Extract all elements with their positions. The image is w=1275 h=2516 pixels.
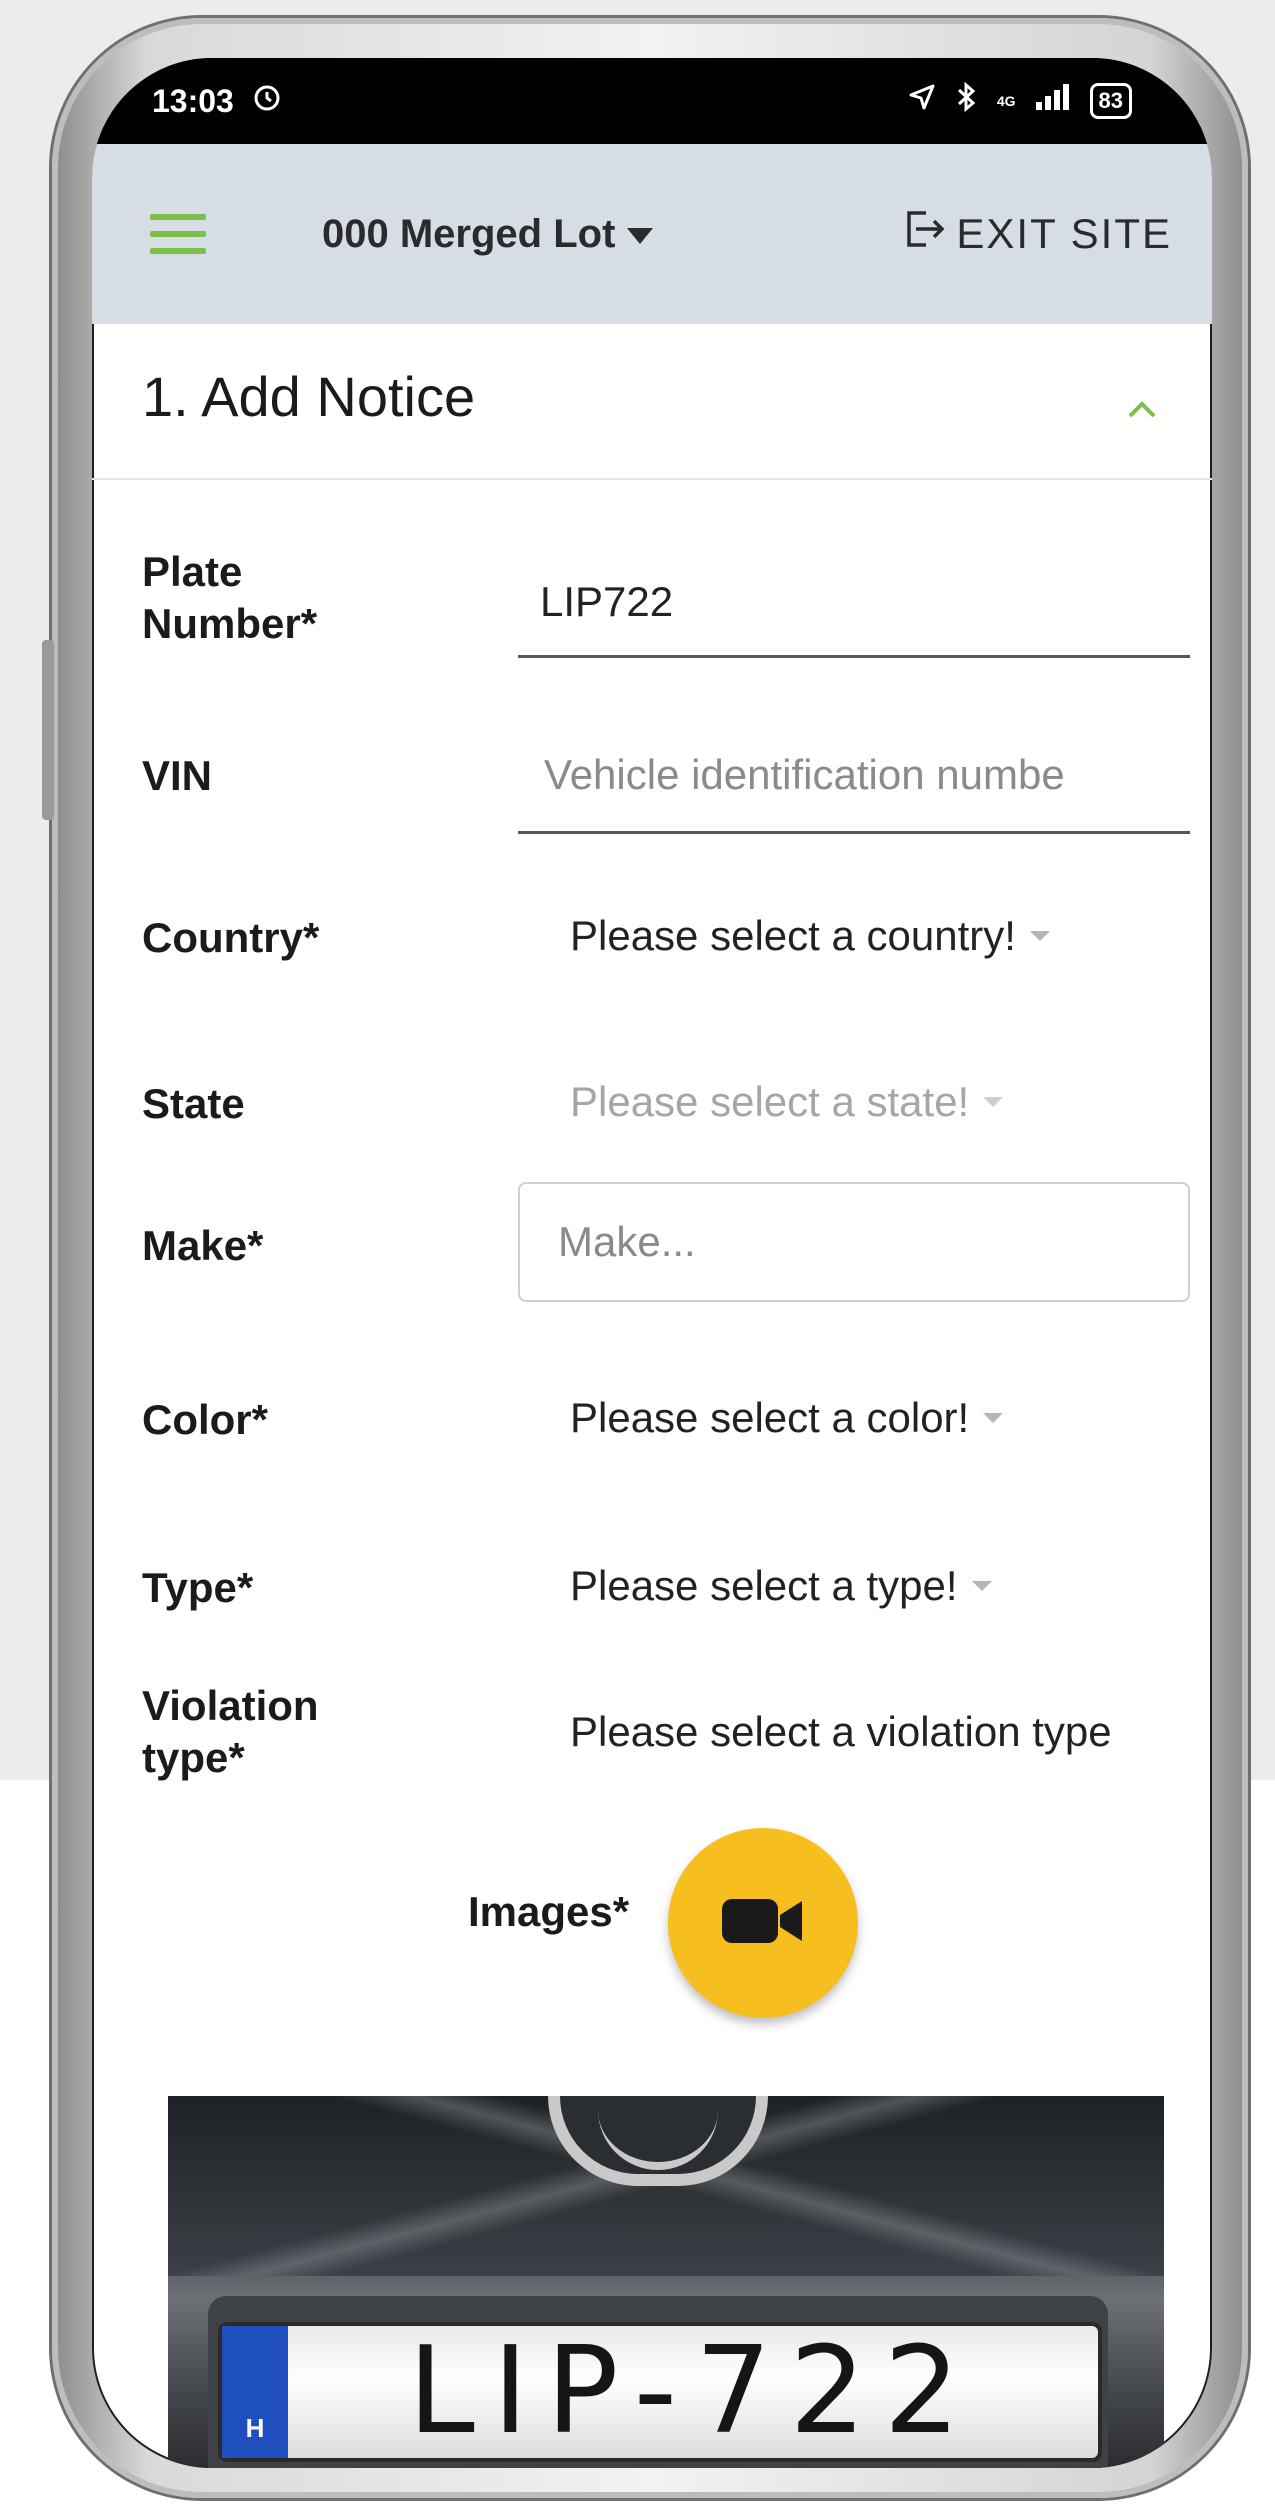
country-label: Country* bbox=[142, 914, 320, 961]
plate-number-label: Plate Number* bbox=[142, 546, 317, 650]
lot-name: 000 Merged Lot bbox=[322, 211, 616, 256]
type-row: Type* Please select a type! bbox=[92, 1538, 1212, 1638]
type-select-value: Please select a type! bbox=[570, 1562, 958, 1609]
app-bar: 000 Merged Lot EXIT SITE bbox=[92, 144, 1212, 324]
status-right: 4G 83 bbox=[907, 81, 1132, 121]
battery-level: 83 bbox=[1098, 88, 1123, 113]
violation-type-select-value: Please select a violation type bbox=[570, 1708, 1112, 1755]
caret-down-icon bbox=[983, 1413, 1004, 1423]
color-row: Color* Please select a color! bbox=[92, 1368, 1212, 1468]
bluetooth-icon bbox=[955, 81, 979, 121]
signal-icon bbox=[1034, 82, 1072, 120]
plate-number-input[interactable] bbox=[518, 548, 1190, 658]
caret-down-icon bbox=[1029, 931, 1050, 941]
vin-input[interactable] bbox=[518, 718, 1190, 834]
vin-label: VIN bbox=[142, 752, 213, 799]
type-label: Type* bbox=[142, 1564, 254, 1611]
make-label: Make* bbox=[142, 1222, 264, 1269]
video-camera-icon bbox=[718, 1893, 808, 1954]
exit-icon bbox=[904, 209, 948, 259]
violation-type-label: Violation type* bbox=[142, 1680, 319, 1784]
caret-down-icon bbox=[971, 1581, 992, 1591]
alarm-clock-icon bbox=[252, 82, 282, 120]
hamburger-icon[interactable] bbox=[150, 214, 206, 254]
exit-site-button[interactable]: EXIT SITE bbox=[904, 194, 1172, 274]
chevron-up-icon[interactable] bbox=[1124, 392, 1160, 428]
make-input[interactable] bbox=[518, 1182, 1190, 1302]
add-notice-section-header[interactable]: 1. Add Notice bbox=[92, 324, 1212, 480]
country-select[interactable]: Please select a country! bbox=[570, 912, 1050, 960]
caret-down-icon bbox=[625, 212, 655, 257]
network-type: 4G bbox=[996, 93, 1016, 109]
vehicle-photo[interactable]: H LIP-722 bbox=[168, 2096, 1164, 2468]
country-row: Country* Please select a country! bbox=[92, 888, 1212, 988]
plate-number-label-line2: Number* bbox=[142, 600, 318, 647]
plate-number-row: Plate Number* bbox=[92, 528, 1212, 668]
video-camera-button[interactable] bbox=[668, 1828, 858, 2018]
type-select[interactable]: Please select a type! bbox=[570, 1562, 992, 1610]
status-left: 13:03 bbox=[152, 82, 282, 120]
make-row: Make* bbox=[92, 1178, 1212, 1318]
color-select[interactable]: Please select a color! bbox=[570, 1394, 1004, 1442]
status-bar: 13:03 4G 83 bbox=[92, 58, 1212, 144]
violation-type-label-line1: Violation bbox=[142, 1682, 319, 1729]
vin-row: VIN bbox=[92, 708, 1212, 838]
license-plate: H LIP-722 bbox=[218, 2322, 1102, 2462]
country-select-value: Please select a country! bbox=[570, 912, 1016, 959]
violation-type-row: Violation type* Please select a violatio… bbox=[92, 1668, 1212, 1808]
plate-country-code: H bbox=[245, 2413, 265, 2443]
color-select-value: Please select a color! bbox=[570, 1394, 970, 1441]
phone-side-button bbox=[42, 640, 54, 820]
images-label: Images* bbox=[468, 1888, 630, 1935]
state-select[interactable]: Please select a state! bbox=[570, 1078, 1004, 1126]
lot-selector[interactable]: 000 Merged Lot bbox=[322, 194, 655, 274]
phone-screen: 13:03 4G 83 000 Merged Lot EXIT SITE 1. … bbox=[92, 58, 1212, 2468]
status-time: 13:03 bbox=[152, 82, 234, 119]
state-select-value: Please select a state! bbox=[570, 1078, 970, 1125]
violation-type-label-line2: type* bbox=[142, 1734, 245, 1781]
state-row: State Please select a state! bbox=[92, 1054, 1212, 1154]
plate-text: LIP-722 bbox=[407, 2322, 979, 2461]
plate-country-band: H bbox=[222, 2326, 288, 2458]
battery-icon: 83 bbox=[1089, 83, 1132, 119]
color-label: Color* bbox=[142, 1396, 268, 1443]
section-title: 1. Add Notice bbox=[142, 365, 476, 428]
plate-number-label-line1: Plate bbox=[142, 548, 243, 595]
exit-site-label: EXIT SITE bbox=[956, 210, 1172, 257]
location-arrow-icon bbox=[907, 82, 937, 120]
state-label: State bbox=[142, 1080, 245, 1127]
violation-type-select[interactable]: Please select a violation type bbox=[570, 1708, 1112, 1756]
caret-down-icon bbox=[983, 1097, 1004, 1107]
